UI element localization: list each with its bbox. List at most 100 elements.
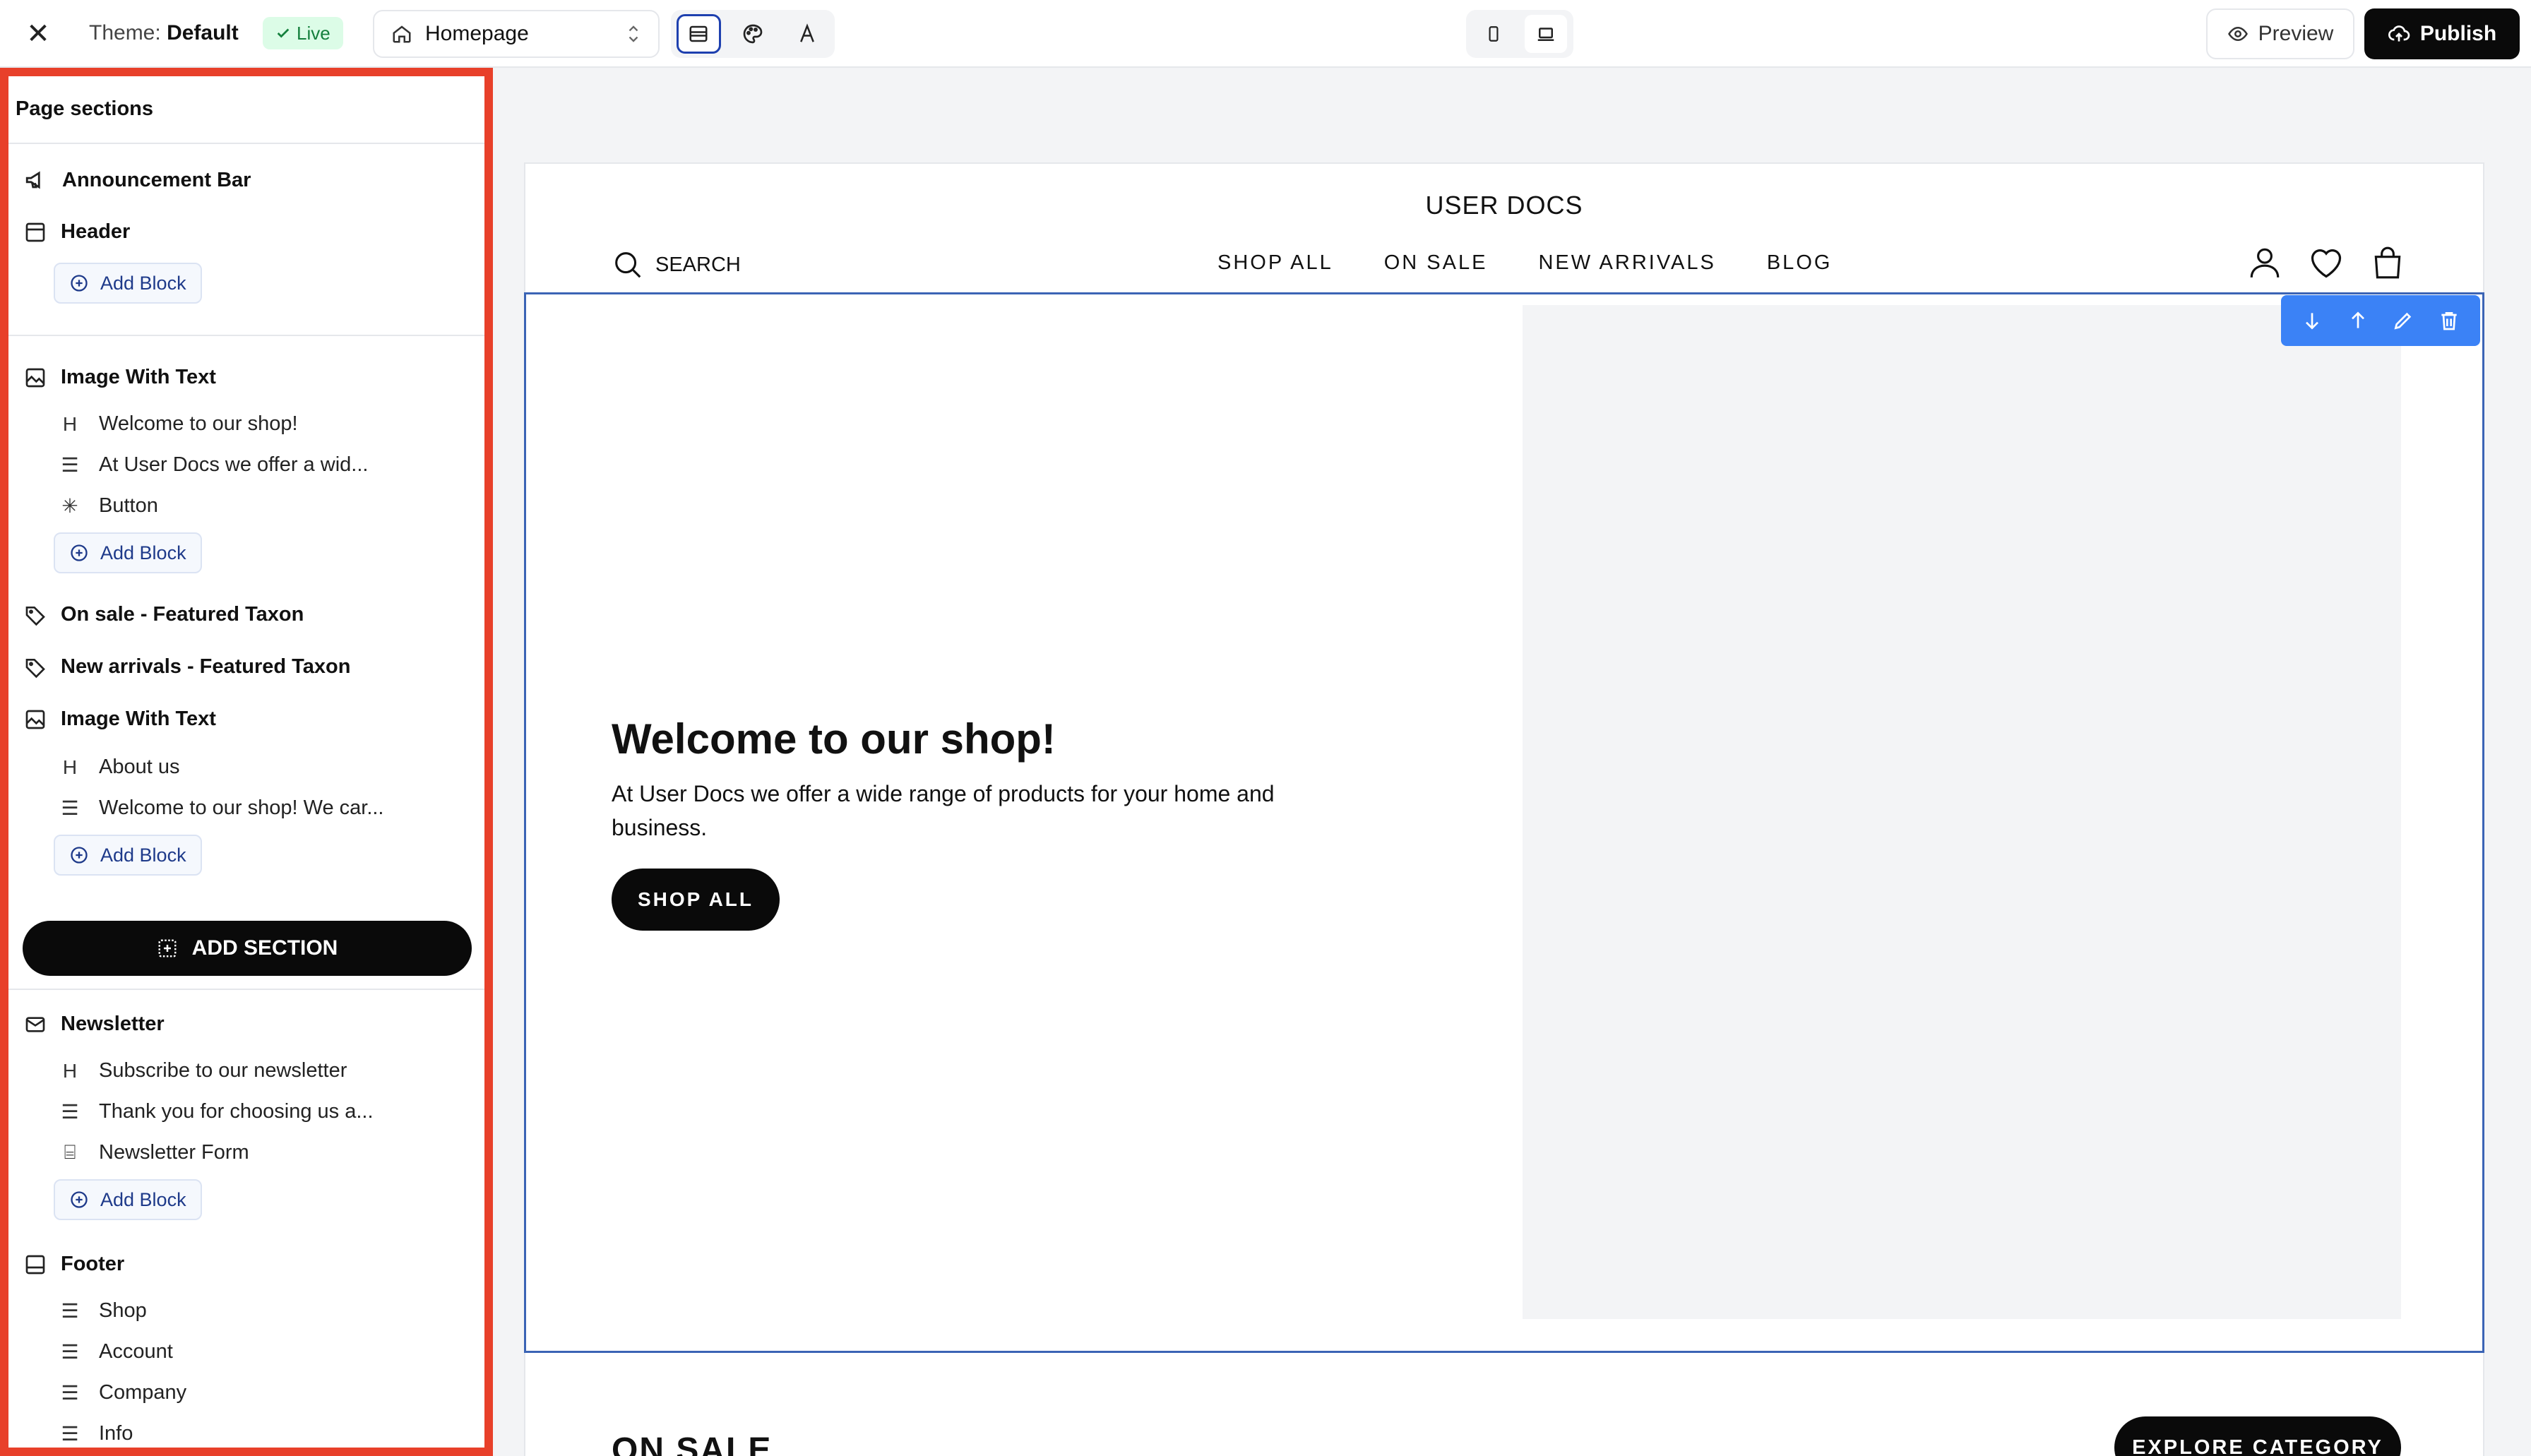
page-selector[interactable]: Homepage: [373, 10, 660, 58]
search-label: SEARCH: [655, 253, 741, 276]
plus-circle-icon: [71, 1191, 88, 1208]
add-block-button[interactable]: Add Block: [54, 263, 202, 304]
section-image-with-text[interactable]: Image With Text: [24, 708, 216, 731]
explore-category-button[interactable]: EXPLORE CATEGORY: [2114, 1416, 2401, 1456]
plus-circle-icon: [71, 544, 88, 561]
live-label: Live: [297, 22, 330, 44]
section-label: Image With Text: [61, 708, 216, 730]
block-menu[interactable]: ☰ Account: [59, 1340, 173, 1363]
block-menu[interactable]: ☰ Shop: [59, 1299, 146, 1323]
block-heading[interactable]: H Welcome to our shop!: [59, 412, 298, 436]
block-text[interactable]: ☰ Thank you for choosing us a...: [59, 1100, 374, 1123]
theme-colors-tool-button[interactable]: [731, 14, 775, 54]
menu-icon: ☰: [61, 1300, 79, 1322]
publish-button[interactable]: Publish: [2364, 8, 2520, 59]
heading-icon: H: [62, 412, 78, 435]
add-block-button[interactable]: Add Block: [54, 532, 202, 573]
shopping-bag-icon[interactable]: [2370, 244, 2405, 281]
section-label: Newsletter: [61, 1013, 165, 1035]
add-block-label: Add Block: [100, 1188, 186, 1210]
nav-shop-all[interactable]: SHOP ALL: [1217, 251, 1333, 275]
block-heading[interactable]: H About us: [59, 756, 180, 779]
form-icon: ⌸: [64, 1141, 76, 1163]
nav-blog[interactable]: BLOG: [1767, 251, 1833, 275]
section-announcement-bar[interactable]: Announcement Bar: [24, 168, 251, 192]
close-button[interactable]: ✕: [21, 17, 55, 51]
eye-icon: [2227, 26, 2248, 42]
chevron-updown-icon: [629, 25, 638, 42]
editor-tool-group: [671, 10, 835, 58]
arrow-up-icon[interactable]: [2347, 309, 2369, 332]
menu-icon: ☰: [61, 1382, 79, 1404]
palette-icon: [743, 24, 763, 44]
block-button[interactable]: ✳ Button: [59, 494, 158, 518]
text-lines-icon: ☰: [61, 1101, 79, 1123]
typography-tool-button[interactable]: [785, 14, 829, 54]
block-label: Welcome to our shop! We car...: [99, 796, 384, 819]
store-logo-text[interactable]: USER DOCS: [525, 191, 2483, 220]
block-text[interactable]: ☰ Welcome to our shop! We car...: [59, 796, 384, 820]
hero-heading[interactable]: Welcome to our shop!: [612, 715, 1056, 763]
section-footer[interactable]: Footer: [24, 1253, 124, 1276]
footer-layout-icon: [25, 1255, 45, 1274]
laptop-icon: [1537, 28, 1554, 41]
section-label: New arrivals - Featured Taxon: [61, 655, 351, 678]
block-text[interactable]: ☰ At User Docs we offer a wid...: [59, 453, 368, 477]
check-icon: [277, 28, 290, 38]
trash-icon[interactable]: [2438, 309, 2460, 332]
add-block-label: Add Block: [100, 272, 186, 294]
theme-label: Theme:: [89, 21, 161, 44]
tag-icon: [25, 606, 45, 626]
font-icon: [799, 23, 814, 42]
image-icon: [25, 368, 45, 387]
section-on-sale-featured-taxon[interactable]: On sale - Featured Taxon: [24, 603, 304, 626]
section-toolbar: [2281, 295, 2480, 346]
divider: [8, 989, 484, 990]
desktop-view-button[interactable]: [1525, 15, 1567, 53]
page-selector-value: Homepage: [425, 22, 529, 45]
block-menu[interactable]: ☰ Info: [59, 1422, 133, 1445]
add-block-button[interactable]: Add Block: [54, 1179, 202, 1220]
user-icon[interactable]: [2247, 244, 2282, 281]
hero-text[interactable]: At User Docs we offer a wide range of pr…: [612, 777, 1346, 845]
block-label: Account: [99, 1340, 173, 1363]
mobile-view-button[interactable]: [1472, 15, 1515, 53]
hero-shop-all-button[interactable]: SHOP ALL: [612, 869, 780, 931]
nav-new-arrivals[interactable]: NEW ARRIVALS: [1538, 251, 1715, 275]
publish-label: Publish: [2419, 22, 2497, 45]
preview-button[interactable]: Preview: [2206, 8, 2354, 59]
heart-icon[interactable]: [2308, 244, 2345, 281]
add-block-button[interactable]: Add Block: [54, 835, 202, 876]
menu-icon: ☰: [61, 1423, 79, 1445]
search-link[interactable]: SEARCH: [612, 249, 741, 281]
plus-circle-icon: [71, 847, 88, 864]
block-label: About us: [99, 756, 180, 778]
section-label: Announcement Bar: [62, 168, 251, 191]
home-icon: [393, 25, 411, 43]
block-heading[interactable]: H Subscribe to our newsletter: [59, 1059, 347, 1082]
block-form[interactable]: ⌸ Newsletter Form: [59, 1141, 249, 1164]
add-section-button[interactable]: ADD SECTION: [23, 921, 472, 976]
section-newsletter[interactable]: Newsletter: [24, 1013, 165, 1036]
section-label: On sale - Featured Taxon: [61, 603, 304, 626]
block-menu[interactable]: ☰ Company: [59, 1381, 186, 1404]
section-header[interactable]: Header: [24, 220, 130, 244]
block-label: Button: [99, 494, 158, 517]
block-label: Thank you for choosing us a...: [99, 1100, 374, 1123]
arrow-down-icon[interactable]: [2301, 309, 2323, 332]
hero-image-placeholder: [1523, 305, 2401, 1319]
section-new-arrivals-featured-taxon[interactable]: New arrivals - Featured Taxon: [24, 655, 350, 679]
preview-label: Preview: [2258, 22, 2334, 45]
live-status-badge: Live: [263, 17, 343, 49]
section-label: Image With Text: [61, 366, 216, 388]
plus-circle-icon: [71, 275, 88, 292]
pencil-icon[interactable]: [2392, 309, 2414, 332]
section-image-with-text[interactable]: Image With Text: [24, 366, 216, 389]
nav-on-sale[interactable]: ON SALE: [1384, 251, 1488, 275]
header-layout-icon: [25, 222, 45, 241]
page-sections-sidebar: Page sections Announcement Bar Header Ad…: [0, 68, 493, 1456]
section-label: Header: [61, 220, 131, 243]
add-block-label: Add Block: [100, 542, 186, 563]
search-icon: [615, 252, 641, 278]
sections-tool-button[interactable]: [677, 14, 721, 54]
